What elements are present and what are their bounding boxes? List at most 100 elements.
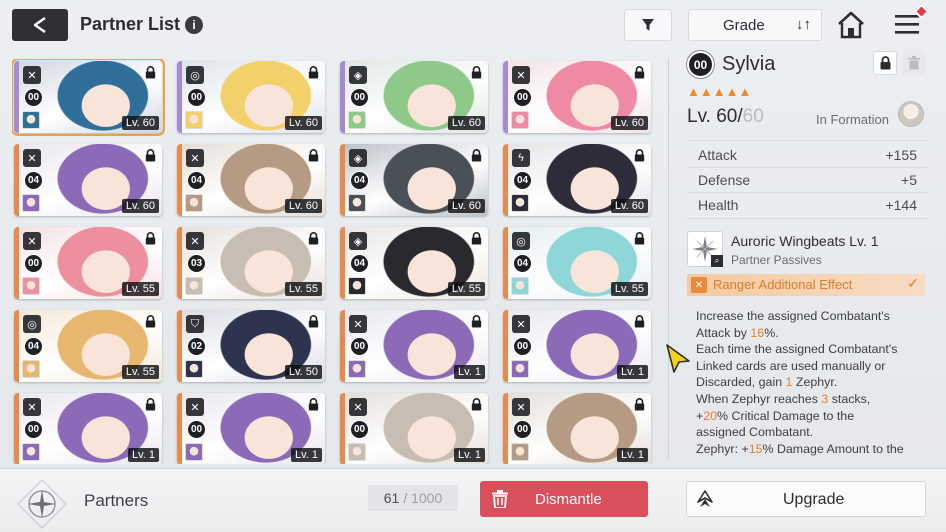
partner-card[interactable]: ◎ 04 Lv. 55 [503, 227, 651, 299]
grade-badge: 00 [187, 420, 206, 439]
card-level: Lv. 60 [447, 116, 485, 130]
description-text: Zephyr. [792, 375, 838, 390]
partner-card[interactable]: ✕ 00 Lv. 1 [14, 393, 162, 464]
card-level: Lv. 60 [610, 116, 648, 130]
stat-label: Attack [698, 147, 737, 163]
level-max: 60 [742, 106, 764, 127]
card-level: Lv. 1 [616, 448, 648, 462]
passive-skill-icon[interactable]: ⌕ [687, 231, 723, 267]
rarity-stripe [14, 227, 19, 299]
panel-divider [668, 58, 669, 458]
ranger-effect-label: Ranger Additional Effect [713, 277, 853, 292]
grade-badge: 00 [350, 420, 369, 439]
assigned-combatant-avatar [22, 443, 40, 461]
partner-card[interactable]: ✕ 04 Lv. 60 [177, 144, 325, 216]
check-icon: ✓ [907, 275, 919, 291]
partner-card[interactable]: ϟ 04 Lv. 60 [503, 144, 651, 216]
rarity-stripe [503, 61, 508, 133]
partner-card[interactable]: ✕ 00 Lv. 1 [177, 393, 325, 464]
partner-card[interactable]: ◈ 04 Lv. 60 [340, 144, 488, 216]
lock-icon [634, 398, 645, 411]
description-text: assigned Combatant. [696, 425, 814, 440]
description-text: Attack [860, 458, 897, 460]
grade-badge: 04 [350, 254, 369, 273]
upgrade-button[interactable]: Upgrade [686, 481, 926, 517]
rarity-stripe [340, 61, 345, 133]
card-level: Lv. 60 [121, 116, 159, 130]
partner-card[interactable]: ✕ 00 Lv. 1 [340, 310, 488, 382]
dismantle-button[interactable]: Dismantle [480, 481, 648, 517]
card-level: Lv. 55 [284, 282, 322, 296]
formation-avatar[interactable] [898, 101, 924, 127]
partner-count: 61 / 1000 [368, 485, 458, 511]
partner-card[interactable]: ⛉ 02 Lv. 50 [177, 310, 325, 382]
target-icon: ◎ [512, 232, 530, 250]
stat-row-attack: Attack +155 [687, 143, 927, 167]
stat-value: +155 [885, 147, 917, 163]
description-text: Linked cards are used manually or [696, 358, 886, 373]
rarity-stripe [503, 144, 508, 216]
grade-badge: 02 [187, 337, 206, 356]
sword-icon: ✕ [23, 232, 41, 250]
partner-card[interactable]: ✕ 00 Lv. 1 [503, 393, 651, 464]
grade-badge: 03 [187, 254, 206, 273]
partner-card[interactable]: ✕ 00 Lv. 1 [340, 393, 488, 464]
partner-card[interactable]: ✕ 00 Lv. 1 [503, 310, 651, 382]
diamond-icon: ◈ [349, 66, 367, 84]
partner-card[interactable]: ✕ 00 Lv. 60 [503, 61, 651, 133]
sort-order-icon[interactable]: ↓↑ [796, 16, 811, 33]
card-level: Lv. 1 [453, 365, 485, 379]
partner-card[interactable]: ◎ 04 Lv. 55 [14, 310, 162, 382]
stat-value: +5 [901, 172, 917, 188]
grade-sort-button[interactable]: Grade ↓↑ [688, 9, 822, 41]
lock-toggle-button[interactable] [873, 51, 897, 75]
partner-card[interactable]: ◎ 00 Lv. 60 [177, 61, 325, 133]
partner-card[interactable]: ✕ 04 Lv. 60 [14, 144, 162, 216]
highlight-value: 16 [750, 325, 765, 340]
sword-icon: ✕ [349, 315, 367, 333]
partner-card[interactable]: ◈ 00 Lv. 60 [340, 61, 488, 133]
lock-icon [471, 66, 482, 79]
grade-badge: 04 [513, 254, 532, 273]
partner-card[interactable]: ✕ 03 Lv. 55 [177, 227, 325, 299]
info-icon[interactable]: i [185, 16, 203, 34]
mouse-cursor-icon [666, 344, 690, 373]
menu-icon[interactable] [894, 3, 930, 38]
grade-badge: 04 [350, 171, 369, 190]
card-level: Lv. 1 [127, 448, 159, 462]
grade-badge: 00 [513, 88, 532, 107]
count-current: 61 [383, 490, 400, 506]
description-text: stacks, [828, 391, 871, 406]
lock-icon [145, 66, 156, 79]
card-level: Lv. 55 [610, 282, 648, 296]
card-level: Lv. 55 [121, 282, 159, 296]
rarity-stripe [14, 393, 19, 464]
home-icon[interactable] [836, 11, 866, 39]
lock-icon [145, 398, 156, 411]
assigned-combatant-avatar [511, 111, 529, 129]
lock-icon [471, 315, 482, 328]
upgrade-label: Upgrade [783, 491, 845, 508]
partner-card[interactable]: ✕ 00 Lv. 60 [12, 59, 165, 136]
back-button[interactable] [12, 9, 68, 41]
rarity-stripe [14, 310, 19, 382]
highlight-value: 20 [703, 408, 718, 423]
partner-card[interactable]: ◈ 04 Lv. 55 [340, 227, 488, 299]
description-text: Each time the assigned Combatant's [696, 342, 898, 357]
card-level: Lv. 1 [616, 365, 648, 379]
description-text: Attack by [696, 325, 751, 340]
lock-icon [634, 149, 645, 162]
card-level: Lv. 60 [121, 199, 159, 213]
rarity-stripe [14, 61, 19, 133]
assigned-combatant-avatar [22, 360, 40, 378]
stat-row-defense: Defense +5 [687, 168, 927, 192]
grade-badge: 00 [24, 254, 43, 273]
partner-name: Sylvia [722, 53, 776, 75]
filter-button[interactable] [624, 9, 672, 41]
lock-icon [145, 232, 156, 245]
sword-icon: ✕ [512, 66, 530, 84]
diamond-icon: ◈ [349, 149, 367, 167]
partner-card[interactable]: ✕ 00 Lv. 55 [14, 227, 162, 299]
partner-level: Lv. 60/60 [687, 106, 764, 128]
delete-button[interactable] [902, 51, 926, 75]
